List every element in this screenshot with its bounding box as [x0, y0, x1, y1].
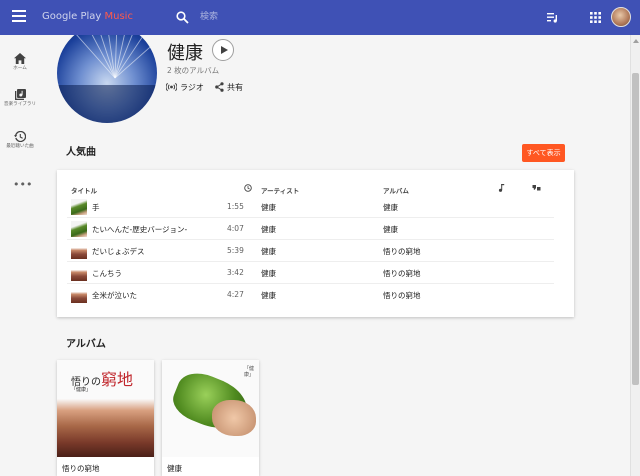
song-thumbnail	[71, 221, 87, 237]
song-thumbnail	[71, 287, 87, 303]
song-row[interactable]: 手 1:55 健康 健康	[67, 196, 554, 218]
song-row[interactable]: こんちう 3:42 健康 悟りの窮地	[67, 262, 554, 284]
song-artist[interactable]: 健康	[261, 202, 276, 213]
nav-label-recent: 最近聴いた曲	[6, 144, 34, 149]
song-artist[interactable]: 健康	[261, 268, 276, 279]
albums-title: アルバム	[66, 339, 106, 350]
song-duration: 3:42	[227, 268, 244, 277]
apps-grid-icon[interactable]	[590, 12, 601, 23]
thumbs-rating-icon[interactable]	[532, 184, 541, 192]
song-album[interactable]: 健康	[383, 202, 398, 213]
hand-image	[212, 400, 256, 436]
logo-accent-text: Music	[104, 11, 133, 22]
column-header-artist[interactable]: アーティスト	[261, 185, 299, 195]
search-input[interactable]	[200, 9, 500, 25]
song-row[interactable]: 全米が泣いた 4:27 健康 悟りの窮地	[67, 284, 554, 306]
album-card[interactable]: 悟りの窮地 「健康」 悟りの窮地	[57, 360, 154, 476]
nav-item-library[interactable]: 音楽ライブラリ	[0, 89, 40, 108]
song-album[interactable]: 悟りの窮地	[383, 290, 421, 301]
song-thumbnail	[71, 243, 87, 259]
song-album[interactable]: 健康	[383, 224, 398, 235]
start-radio-button[interactable]: ラジオ	[166, 81, 204, 93]
song-artist[interactable]: 健康	[261, 224, 276, 235]
nav-label-home: ホーム	[13, 66, 27, 71]
nav-item-recent[interactable]: 最近聴いた曲	[0, 131, 40, 150]
album-cover-text: 「健康」	[244, 366, 255, 378]
share-button[interactable]: 共有	[215, 81, 243, 93]
menu-icon[interactable]	[12, 10, 26, 24]
account-avatar[interactable]	[611, 7, 631, 27]
album-cover-subtitle: 「健康」	[71, 387, 92, 393]
song-title: たいへんだ-歴史バージョン-	[92, 225, 188, 234]
logo-text: Google Play	[42, 11, 105, 22]
queue-icon[interactable]	[547, 12, 559, 23]
song-title: だいじょぶデス	[92, 247, 145, 256]
top-songs-table: タイトル アーティスト アルバム 手 1:55 健康 健康 たいへんだ-歴史バー…	[57, 170, 574, 317]
artist-name: 健康	[167, 43, 203, 64]
song-artist[interactable]: 健康	[261, 246, 276, 257]
song-album[interactable]: 悟りの窮地	[383, 268, 421, 279]
history-icon	[14, 131, 26, 142]
show-all-button[interactable]: すべて表示	[522, 144, 565, 162]
song-title: こんちう	[92, 269, 122, 278]
top-app-bar: Google Play Music	[0, 0, 640, 35]
nav-item-home[interactable]: ホーム	[0, 53, 40, 72]
song-title: 手	[92, 203, 100, 212]
music-library-icon	[14, 89, 26, 100]
search-icon[interactable]	[176, 11, 189, 24]
column-header-title[interactable]: タイトル	[71, 185, 97, 195]
song-title: 全米が泣いた	[92, 291, 137, 300]
song-duration: 1:55	[227, 202, 244, 211]
music-note-icon[interactable]	[498, 184, 505, 192]
song-artist[interactable]: 健康	[261, 290, 276, 301]
scrollbar-thumb[interactable]	[632, 73, 639, 385]
artist-image-rays	[57, 35, 157, 123]
artist-image	[57, 35, 157, 123]
album-count: 2 枚のアルバム	[167, 66, 220, 75]
song-duration: 4:27	[227, 290, 244, 299]
song-thumbnail	[71, 199, 87, 215]
album-title: 健康	[167, 464, 182, 473]
share-label: 共有	[227, 82, 243, 92]
song-album[interactable]: 悟りの窮地	[383, 246, 421, 257]
album-cover: 悟りの窮地 「健康」	[57, 360, 154, 457]
album-title: 悟りの窮地	[62, 464, 100, 473]
share-icon	[215, 82, 224, 92]
album-cover: 「健康」	[162, 360, 259, 457]
album-card[interactable]: 「健康」 健康	[162, 360, 259, 476]
more-options-icon[interactable]: •••	[13, 178, 32, 191]
app-logo[interactable]: Google Play Music	[42, 11, 133, 22]
home-icon	[14, 53, 26, 64]
song-row[interactable]: だいじょぶデス 5:39 健康 悟りの窮地	[67, 240, 554, 262]
song-duration: 5:39	[227, 246, 244, 255]
artist-page: 健康 2 枚のアルバム ラジオ 共有 人気曲 すべて表示 タイトル アーティスト…	[40, 35, 630, 476]
page-scrollbar[interactable]	[630, 35, 640, 476]
play-artist-button[interactable]	[212, 39, 234, 61]
song-thumbnail	[71, 265, 87, 281]
radio-label: ラジオ	[180, 82, 204, 92]
song-duration: 4:07	[227, 224, 244, 233]
top-songs-title: 人気曲	[66, 147, 96, 158]
nav-label-library: 音楽ライブラリ	[3, 102, 37, 107]
scroll-up-arrow-icon[interactable]	[633, 39, 639, 43]
song-row[interactable]: たいへんだ-歴史バージョン- 4:07 健康 健康	[67, 218, 554, 240]
nav-rail: ホーム 音楽ライブラリ 最近聴いた曲 •••	[0, 35, 40, 476]
column-header-album[interactable]: アルバム	[383, 185, 409, 195]
radio-icon	[166, 82, 177, 92]
duration-clock-icon[interactable]	[244, 184, 252, 192]
